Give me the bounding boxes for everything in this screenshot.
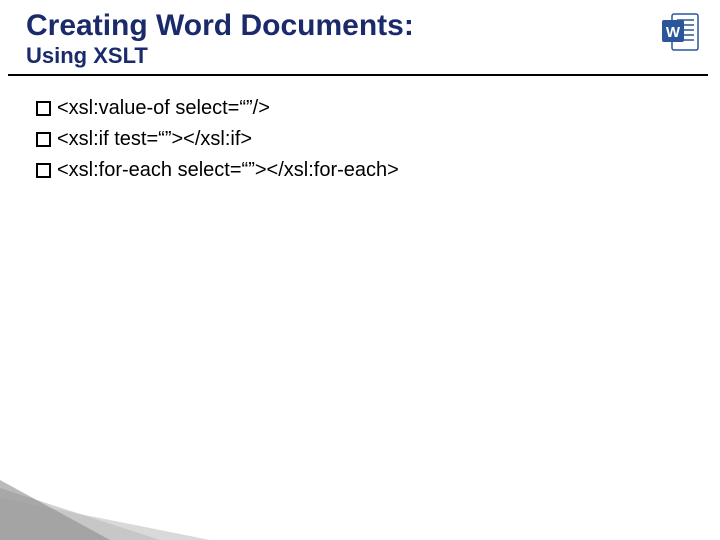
slide-title: Creating Word Documents:: [26, 10, 690, 42]
list-item: <xsl:value-of select=“”/>: [36, 94, 696, 123]
bullet-icon: [36, 132, 51, 147]
slide-header: Creating Word Documents: Using XSLT: [8, 0, 708, 76]
slide-subtitle: Using XSLT: [26, 44, 690, 68]
corner-accent: [0, 480, 210, 540]
bullet-text: <xsl:for-each select=“”></xsl:for-each>: [57, 156, 399, 185]
slide: W Creating Word Documents: Using XSLT <x…: [0, 0, 720, 540]
list-item: <xsl:if test=“”></xsl:if>: [36, 125, 696, 154]
bullet-icon: [36, 163, 51, 178]
slide-body: <xsl:value-of select=“”/> <xsl:if test=“…: [0, 76, 720, 185]
bullet-text: <xsl:if test=“”></xsl:if>: [57, 125, 252, 154]
svg-text:W: W: [666, 24, 681, 41]
list-item: <xsl:for-each select=“”></xsl:for-each>: [36, 156, 696, 185]
bullet-text: <xsl:value-of select=“”/>: [57, 94, 270, 123]
word-app-icon: W: [658, 10, 702, 54]
bullet-icon: [36, 101, 51, 116]
